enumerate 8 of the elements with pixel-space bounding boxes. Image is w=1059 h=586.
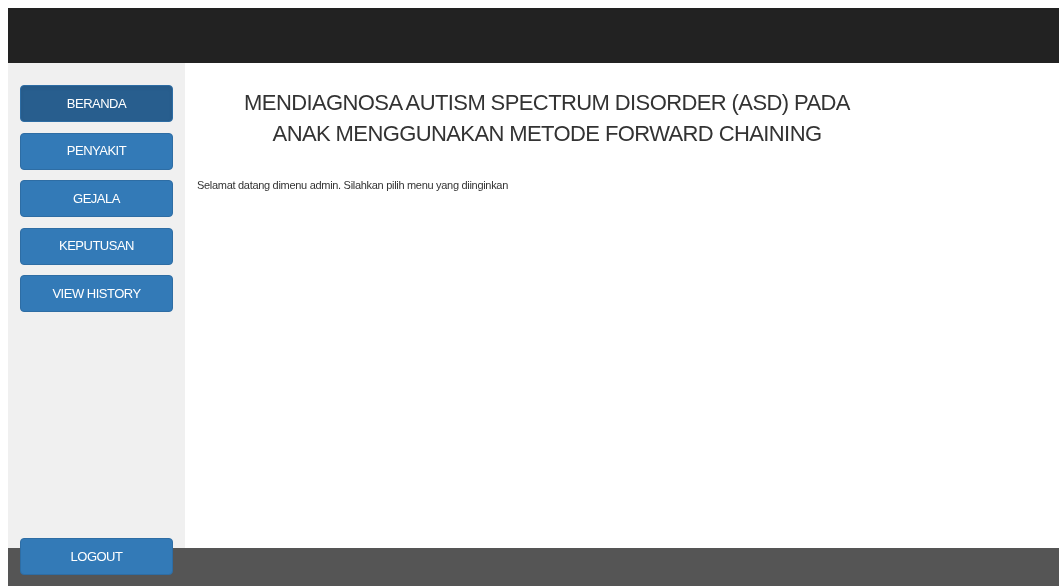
nav-button[interactable]: KEPUTUSAN — [20, 227, 173, 265]
welcome-text: Selamat datang dimenu admin. Silahkan pilih menu yang diinginkan — [197, 178, 509, 193]
nav-button[interactable]: PENYAKIT — [20, 132, 173, 170]
nav-button[interactable]: BERANDA — [20, 85, 173, 122]
nav-button[interactable]: VIEW HISTORY — [20, 275, 173, 312]
logout-button[interactable]: LOGOUT — [20, 538, 173, 575]
page-title: MENDIAGNOSA AUTISM SPECTRUM DISORDER (ASD) PADA ANAK MENGGUNAKAN METODE FORWARD CHAINING — [243, 89, 851, 148]
nav-button[interactable]: GEJALA — [20, 180, 173, 217]
